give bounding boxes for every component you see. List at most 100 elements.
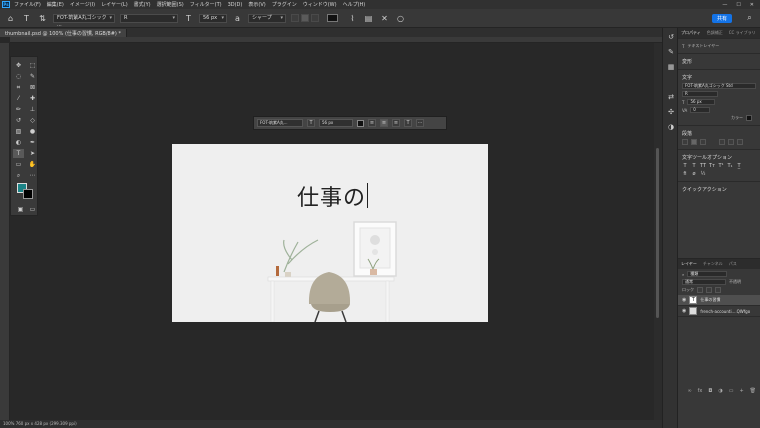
vertical-scrollbar[interactable] [654, 43, 662, 420]
ctx-align-right-button[interactable]: ≡ [392, 119, 400, 127]
crop-tool-icon[interactable]: ⌗ [13, 83, 24, 92]
fx-icon[interactable]: fx [698, 388, 703, 394]
transform-section[interactable]: 変形 [678, 53, 760, 69]
marquee-tool-icon[interactable]: ⬚ [27, 61, 38, 70]
more-tools-icon[interactable]: ⋯ [27, 171, 38, 180]
fraction-button[interactable]: ½ [700, 171, 706, 177]
minimize-icon[interactable]: — [722, 2, 727, 8]
ctx-align-center-button[interactable]: ≡ [380, 119, 388, 127]
menu-help[interactable]: ヘルプ(H) [343, 1, 366, 8]
menu-filter[interactable]: フィルター(T) [190, 1, 222, 8]
layer-row[interactable]: ◉ french-accounti....QWfgo [678, 306, 760, 317]
commit-edit-icon[interactable]: ○ [395, 13, 406, 24]
para-align-center[interactable] [691, 139, 697, 145]
blur-tool-icon[interactable]: ● [27, 127, 38, 136]
background-color-swatch[interactable] [23, 189, 33, 199]
eye-icon[interactable]: ◉ [682, 297, 686, 303]
type-tool-icon[interactable]: T [21, 13, 32, 24]
eye-icon[interactable]: ◉ [682, 308, 686, 314]
para-justify-3[interactable] [737, 139, 743, 145]
rectangle-tool-icon[interactable]: ▭ [13, 160, 24, 169]
align-left-button[interactable] [291, 14, 299, 22]
warp-text-icon[interactable]: ⌇ [347, 13, 358, 24]
blend-mode-select[interactable]: 通常 [682, 279, 726, 285]
menu-select[interactable]: 選択範囲(S) [157, 1, 184, 8]
screen-mode-icon[interactable]: ▭ [27, 205, 38, 214]
character-font-field[interactable]: FOT-筑紫A丸ゴシック Std [682, 83, 756, 89]
menu-image[interactable]: イメージ(I) [70, 1, 95, 8]
para-align-left[interactable] [682, 139, 688, 145]
text-orientation-icon[interactable]: ⇅ [37, 13, 48, 24]
healing-brush-icon[interactable]: ✚ [27, 94, 38, 103]
share-button[interactable]: 共有 [711, 13, 732, 23]
trash-icon[interactable]: 🗑 [750, 388, 756, 394]
vertical-scroll-thumb[interactable] [656, 148, 659, 318]
ctx-align-left-button[interactable]: ≡ [368, 119, 376, 127]
tab-layers[interactable]: レイヤー [681, 261, 697, 267]
ligature-button[interactable]: fi [682, 171, 688, 177]
align-right-button[interactable] [311, 14, 319, 22]
character-panel-icon[interactable]: ▤ [363, 13, 374, 24]
all-caps-button[interactable]: TT [700, 163, 706, 169]
para-align-right[interactable] [700, 139, 706, 145]
ordinal-button[interactable]: ø [691, 171, 697, 177]
quick-mask-icon[interactable]: ▣ [15, 205, 26, 214]
canvas-text[interactable]: 仕事の [297, 180, 366, 212]
menu-3d[interactable]: 3D(D) [228, 2, 243, 8]
path-select-icon[interactable]: ➤ [27, 149, 38, 158]
small-caps-button[interactable]: Tᴛ [709, 163, 715, 169]
menu-window[interactable]: ウィンドウ(W) [303, 1, 337, 8]
maximize-icon[interactable]: ☐ [736, 2, 740, 8]
link-layers-icon[interactable]: ∞ [687, 388, 691, 394]
history-icon[interactable]: ↺ [666, 32, 676, 42]
frame-tool-icon[interactable]: ⊠ [27, 83, 38, 92]
transform-heading[interactable]: 変形 [682, 58, 756, 65]
dodge-tool-icon[interactable]: ◐ [13, 138, 24, 147]
font-size-select[interactable]: 56 px [199, 13, 227, 23]
color-icon[interactable]: ◑ [666, 122, 676, 132]
character-size-field[interactable]: 56 px [687, 99, 716, 105]
lock-pixels-icon[interactable] [697, 287, 703, 293]
tab-properties[interactable]: プロパティ [681, 30, 701, 36]
character-heading[interactable]: 文字 [682, 74, 756, 81]
paragraph-heading[interactable]: 段落 [682, 130, 756, 137]
ctx-color-swatch[interactable] [357, 119, 364, 127]
history-brush-icon[interactable]: ↺ [13, 116, 24, 125]
menu-layer[interactable]: レイヤー(L) [101, 1, 128, 8]
align-center-button[interactable] [301, 14, 309, 22]
character-color-swatch[interactable] [746, 115, 752, 121]
home-icon[interactable]: ⌂ [5, 13, 16, 24]
brush-tool-icon[interactable]: ✏ [13, 105, 24, 114]
menu-type[interactable]: 書式(Y) [134, 1, 151, 8]
hand-tool-icon[interactable]: ✋ [27, 160, 38, 169]
navigator-icon[interactable]: ✣ [666, 107, 676, 117]
menu-view[interactable]: 表示(V) [248, 1, 265, 8]
quick-actions-heading[interactable]: クイックアクション [682, 186, 756, 193]
adjustments-icon[interactable]: ⇄ [666, 92, 676, 102]
cancel-edit-icon[interactable]: ✕ [379, 13, 390, 24]
superscript-button[interactable]: T¹ [718, 163, 724, 169]
layer-filter-select[interactable]: 種類 [687, 271, 728, 277]
eraser-tool-icon[interactable]: ◇ [27, 116, 38, 125]
menu-plugins[interactable]: プラグイン [272, 1, 297, 8]
para-justify-1[interactable] [719, 139, 725, 145]
stamp-tool-icon[interactable]: ⊥ [27, 105, 38, 114]
menu-file[interactable]: ファイル(F) [14, 1, 41, 8]
underline-button[interactable]: T̲ [736, 163, 742, 169]
layer-row[interactable]: ◉ T 仕事の習慣 [678, 295, 760, 306]
pen-tool-icon[interactable]: ✒ [27, 138, 38, 147]
antialias-select[interactable]: シャープ [248, 13, 286, 23]
para-justify-2[interactable] [728, 139, 734, 145]
subscript-button[interactable]: T₁ [727, 163, 733, 169]
swatches-icon[interactable]: ▦ [666, 62, 676, 72]
lock-all-icon[interactable] [715, 287, 721, 293]
type-tool-icon[interactable]: T [13, 149, 24, 158]
close-icon[interactable]: ✕ [750, 2, 754, 8]
tab-channels[interactable]: チャンネル [703, 261, 723, 267]
tab-adjustments[interactable]: 色調補正 [707, 30, 723, 36]
adjustment-layer-icon[interactable]: ◑ [718, 388, 722, 394]
brush-settings-icon[interactable]: ✎ [666, 47, 676, 57]
search-icon[interactable]: ⌕ [744, 13, 755, 24]
new-layer-icon[interactable]: + [739, 388, 743, 394]
gradient-tool-icon[interactable]: ▧ [13, 127, 24, 136]
